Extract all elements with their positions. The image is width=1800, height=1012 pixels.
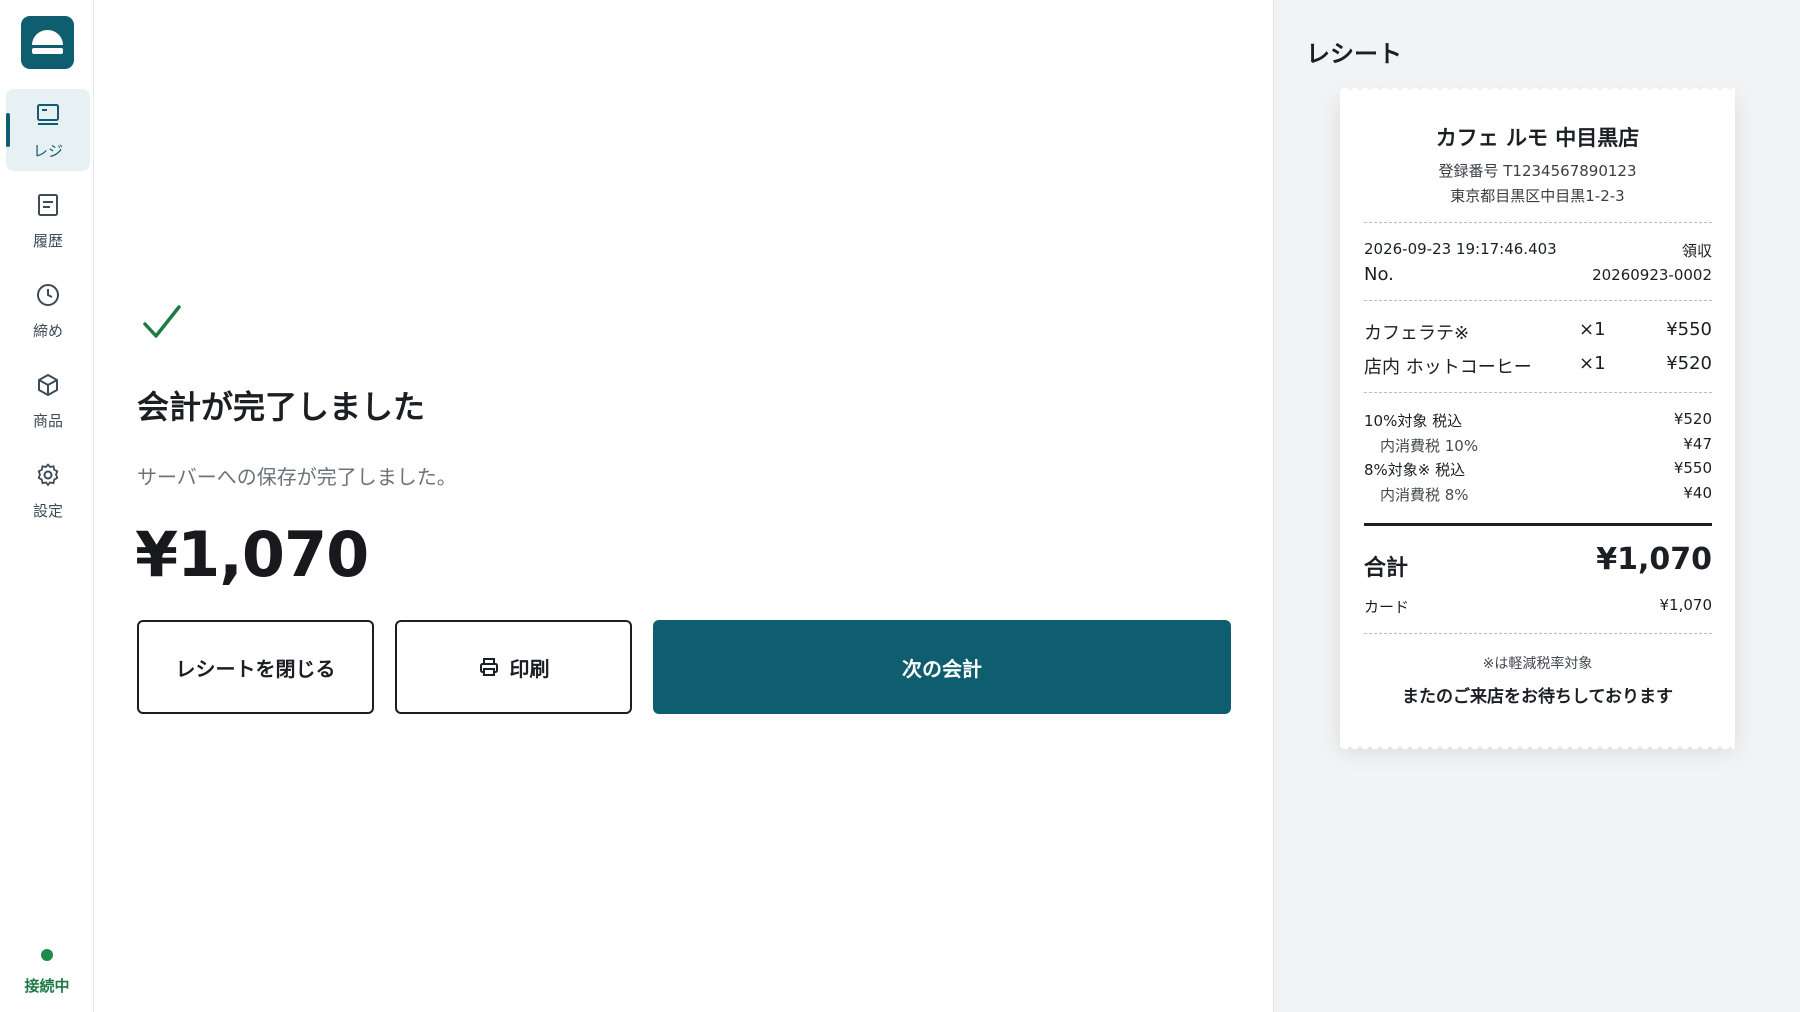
status-message: サーバーへの保存が完了しました。 — [137, 465, 457, 489]
sidebar-item-history[interactable]: 履歴 — [6, 179, 90, 261]
store-name: カフェ ルモ 中目黒店 — [1435, 126, 1640, 150]
sidebar-item-closing[interactable]: 締め — [6, 269, 90, 351]
tax-label: 内消費税 8% — [1380, 486, 1469, 504]
checkmark-icon — [143, 305, 181, 338]
receipt-edge-bottom — [1340, 744, 1735, 752]
close-receipt-button[interactable]: レシートを閉じる — [137, 620, 374, 714]
sidebar: レジ 履歴 締め 商品 設定 接続中 — [0, 0, 94, 1012]
tax-value: ¥520 — [1673, 410, 1712, 428]
register-icon — [37, 104, 59, 125]
page-title: 会計が完了しました — [137, 388, 426, 426]
total-divider — [1364, 523, 1712, 526]
divider — [1364, 300, 1712, 301]
tax-value: ¥40 — [1683, 484, 1712, 502]
divider — [1364, 633, 1712, 634]
print-label: 印刷 — [509, 656, 550, 681]
receipt-edge-top — [1340, 85, 1735, 93]
registration-number: 登録番号 T1234567890123 — [1438, 162, 1637, 180]
thank-you-message: またのご来店をお待ちしております — [1402, 687, 1673, 707]
box-icon — [38, 374, 58, 396]
line-item-qty: ×1 — [1579, 319, 1606, 340]
connection-status-dot — [41, 949, 53, 961]
receipt-panel: レシート カフェ ルモ 中目黒店 登録番号 T1234567890123 東京都… — [1273, 0, 1800, 1012]
receipt-number-label: No. — [1364, 264, 1394, 285]
tax-label: 内消費税 10% — [1380, 437, 1479, 455]
clock-icon — [37, 284, 59, 306]
receipt-type: 領収 — [1681, 242, 1712, 260]
tax-value: ¥47 — [1683, 435, 1712, 453]
line-item-name: カフェラテ※ — [1364, 323, 1470, 344]
printer-icon — [479, 658, 498, 676]
tax-label: 10%対象 税込 — [1364, 412, 1463, 430]
receipt-datetime: 2026-09-23 19:17:46.403 — [1364, 240, 1557, 258]
tax-label: 8%対象※ 税込 — [1364, 461, 1466, 479]
close-receipt-label: レシートを閉じる — [175, 656, 336, 681]
sidebar-item-label: 設定 — [32, 502, 63, 520]
burger-logo-icon — [32, 30, 63, 54]
receipt-paper: カフェ ルモ 中目黒店 登録番号 T1234567890123 東京都目黒区中目… — [1340, 85, 1735, 752]
divider — [1364, 392, 1712, 393]
gear-icon — [37, 463, 59, 486]
line-item-qty: ×1 — [1579, 353, 1606, 374]
reduced-tax-note: ※は軽減税率対象 — [1482, 656, 1593, 672]
line-item-name: 店内 ホットコーヒー — [1364, 357, 1532, 378]
main-area: 会計が完了しました サーバーへの保存が完了しました。 ¥1,070 レシートを閉… — [95, 0, 1273, 1012]
sidebar-item-label: 履歴 — [32, 232, 63, 250]
tax-value: ¥550 — [1673, 459, 1712, 477]
sidebar-item-label: レジ — [32, 142, 63, 160]
print-button[interactable]: 印刷 — [395, 620, 632, 714]
total-amount: ¥1,070 — [135, 518, 369, 591]
line-item-price: ¥520 — [1666, 353, 1712, 374]
divider — [1364, 222, 1712, 223]
store-address: 東京都目黒区中目黒1-2-3 — [1450, 187, 1625, 205]
history-icon — [38, 194, 58, 216]
payment-amount: ¥1,070 — [1659, 596, 1713, 614]
sidebar-item-label: 商品 — [32, 412, 63, 430]
connection-status-label: 接続中 — [24, 977, 70, 995]
total-label: 合計 — [1364, 556, 1409, 581]
sidebar-item-settings[interactable]: 設定 — [6, 449, 90, 531]
sidebar-item-products[interactable]: 商品 — [6, 359, 90, 441]
next-transaction-button[interactable]: 次の会計 — [653, 620, 1231, 714]
sidebar-item-register[interactable]: レジ — [6, 89, 90, 171]
line-item-price: ¥550 — [1666, 319, 1712, 340]
receipt-panel-title: レシート — [1306, 40, 1402, 68]
sidebar-item-label: 締め — [32, 322, 63, 340]
total-value: ¥1,070 — [1596, 542, 1712, 577]
app-logo — [21, 16, 74, 69]
next-transaction-label: 次の会計 — [902, 656, 982, 681]
receipt-number: 20260923-0002 — [1592, 266, 1712, 284]
payment-method: カード — [1364, 598, 1410, 616]
